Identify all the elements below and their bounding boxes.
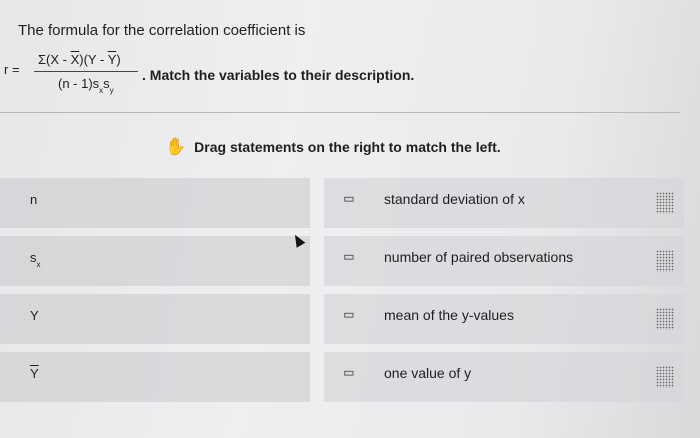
formula-denominator: (n - 1)sxsy (58, 76, 114, 95)
link-icon: ⊏⊐ (344, 311, 354, 321)
link-icon: ⊏⊐ (344, 195, 354, 205)
term-label: Y (30, 308, 39, 323)
match-row: Y ⊏⊐ one value of y (0, 352, 690, 402)
formula-numerator: Σ(X - X)(Y - Y) (38, 52, 121, 67)
grip-icon[interactable] (656, 308, 674, 330)
divider (0, 112, 680, 113)
question-title: The formula for the correlation coeffici… (18, 22, 306, 39)
grip-icon[interactable] (656, 192, 674, 214)
term-label: sx (30, 250, 41, 269)
formula-lhs: r = (4, 62, 20, 77)
term-label: Y (30, 366, 39, 381)
draggable-statement[interactable]: ⊏⊐ one value of y (324, 352, 684, 402)
statement-label: one value of y (384, 365, 472, 381)
term-cell: sx (0, 236, 310, 286)
match-row: n ⊏⊐ standard deviation of x (0, 178, 690, 228)
drag-instruction: ✋ Drag statements on the right to match … (165, 138, 501, 155)
statement-label: mean of the y-values (384, 307, 514, 323)
term-cell: n (0, 178, 310, 228)
match-instruction: . Match the variables to their descripti… (142, 67, 415, 83)
link-icon: ⊏⊐ (344, 253, 354, 263)
fraction-bar (34, 71, 138, 72)
grip-icon[interactable] (656, 366, 674, 388)
draggable-statement[interactable]: ⊏⊐ mean of the y-values (324, 294, 684, 344)
link-icon: ⊏⊐ (344, 369, 354, 379)
hand-icon: ✋ (165, 137, 187, 156)
term-cell: Y (0, 294, 310, 344)
match-row: Y ⊏⊐ mean of the y-values (0, 294, 690, 344)
statement-label: number of paired observations (384, 249, 574, 265)
term-label: n (30, 192, 38, 207)
drag-instruction-text: Drag statements on the right to match th… (194, 138, 501, 155)
term-cell: Y (0, 352, 310, 402)
draggable-statement[interactable]: ⊏⊐ number of paired observations (324, 236, 684, 286)
statement-label: standard deviation of x (384, 191, 525, 207)
grip-icon[interactable] (656, 250, 674, 272)
correlation-formula: r = Σ(X - X)(Y - Y) (n - 1)sxsy (4, 52, 144, 98)
match-row: sx ⊏⊐ number of paired observations (0, 236, 690, 286)
draggable-statement[interactable]: ⊏⊐ standard deviation of x (324, 178, 684, 228)
